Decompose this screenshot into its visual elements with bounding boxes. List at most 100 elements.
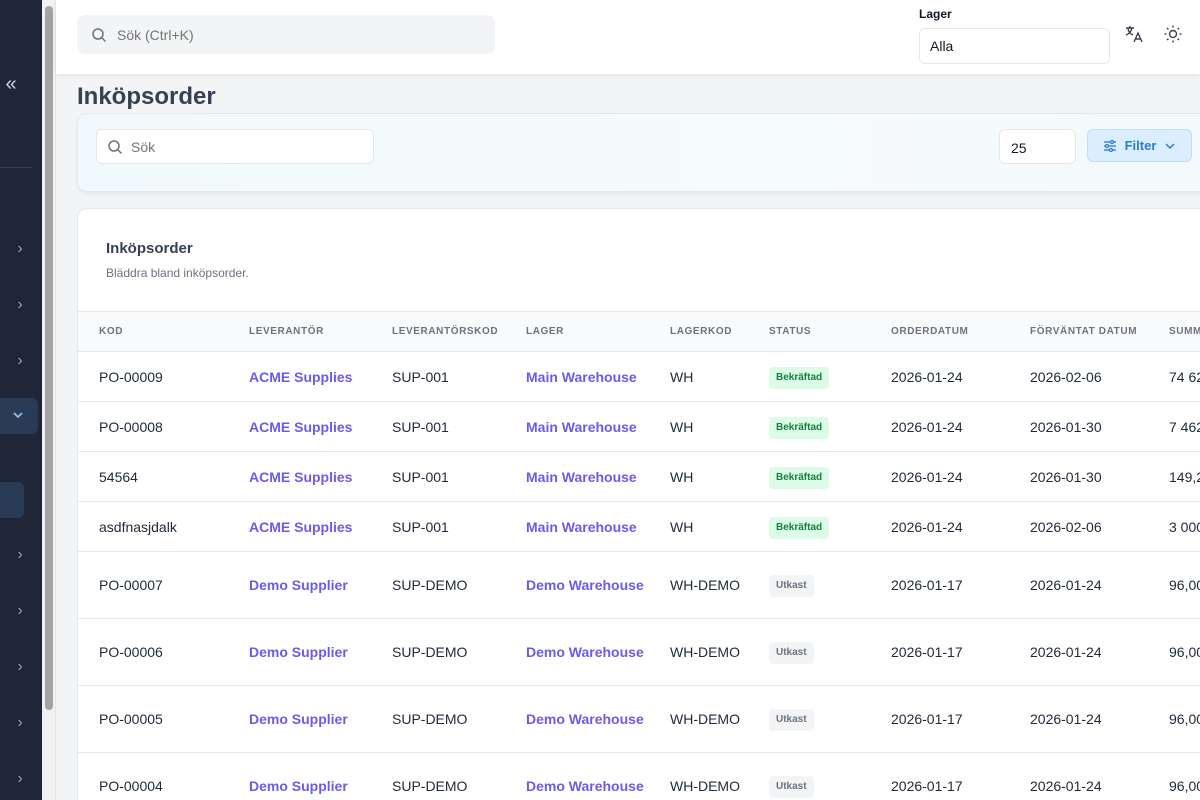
cell-expected-date: 2026-01-24: [1009, 618, 1148, 686]
sidebar-scrollbar[interactable]: [42, 0, 56, 800]
cell-code: PO-00006: [78, 618, 228, 686]
sidebar-subitem-active[interactable]: [0, 482, 24, 518]
cell-supplier-code: SUP-001: [371, 451, 505, 502]
status-badge: Bekräftad: [769, 516, 830, 539]
cell-code: PO-00007: [78, 551, 228, 619]
translate-icon[interactable]: [1122, 22, 1146, 46]
column-header[interactable]: FÖRVÄNTAT DATUM: [1009, 312, 1148, 352]
cell-order-date: 2026-01-24: [870, 351, 1009, 402]
chevron-right-icon[interactable]: ›: [10, 657, 30, 677]
chevron-right-icon[interactable]: ›: [10, 713, 30, 733]
column-header[interactable]: SUMMA: [1148, 312, 1200, 352]
chevron-right-icon[interactable]: ›: [10, 601, 30, 621]
cell-order-date: 2026-01-24: [870, 401, 1009, 452]
column-header[interactable]: LEVERANTÖR: [228, 312, 371, 352]
cell-supplier-code: SUP-DEMO: [371, 618, 505, 686]
cell-status: Bekräftad: [748, 401, 870, 452]
chevron-right-icon[interactable]: ›: [10, 295, 30, 315]
card-title: Inköpsorder: [106, 240, 193, 257]
cell-status: Bekräftad: [748, 351, 870, 402]
warehouse-link[interactable]: Demo Warehouse: [505, 618, 649, 686]
chevron-right-icon[interactable]: ›: [10, 769, 30, 789]
cell-warehouse-code: WH-DEMO: [649, 752, 748, 800]
cell-code: PO-00008: [78, 401, 228, 452]
cell-warehouse-code: WH-DEMO: [649, 551, 748, 619]
cell-code: 54564: [78, 451, 228, 502]
warehouse-link[interactable]: Main Warehouse: [505, 401, 649, 452]
collapse-sidebar-icon[interactable]: «: [0, 72, 22, 96]
list-search[interactable]: [96, 129, 374, 164]
cell-status: Bekräftad: [748, 451, 870, 502]
cell-status: Bekräftad: [748, 501, 870, 552]
supplier-link[interactable]: Demo Supplier: [228, 685, 371, 753]
table-row[interactable]: PO-00007 Demo Supplier SUP-DEMO Demo War…: [78, 551, 1200, 619]
status-badge: Utkast: [769, 642, 814, 664]
status-badge: Utkast: [769, 709, 814, 731]
chevron-right-icon[interactable]: ›: [10, 239, 30, 259]
table-row[interactable]: PO-00006 Demo Supplier SUP-DEMO Demo War…: [78, 618, 1200, 686]
cell-order-date: 2026-01-17: [870, 551, 1009, 619]
table-row[interactable]: PO-00004 Demo Supplier SUP-DEMO Demo War…: [78, 752, 1200, 800]
global-search-input[interactable]: [117, 26, 477, 43]
cell-order-date: 2026-01-17: [870, 618, 1009, 686]
supplier-link[interactable]: Demo Supplier: [228, 551, 371, 619]
card-subtitle: Bläddra bland inköpsorder.: [106, 266, 249, 280]
cell-supplier-code: SUP-DEMO: [371, 752, 505, 800]
column-header[interactable]: ORDERDATUM: [870, 312, 1009, 352]
chevron-right-icon[interactable]: ›: [10, 545, 30, 565]
page-size-select[interactable]: 25: [999, 129, 1076, 164]
chevron-right-icon[interactable]: ›: [10, 351, 30, 371]
cell-expected-date: 2026-01-24: [1009, 685, 1148, 753]
search-icon: [92, 27, 107, 42]
supplier-link[interactable]: Demo Supplier: [228, 618, 371, 686]
cell-supplier-code: SUP-001: [371, 501, 505, 552]
column-header[interactable]: KOD: [78, 312, 228, 352]
table-row[interactable]: 54564 ACME Supplies SUP-001 Main Warehou…: [78, 451, 1200, 502]
warehouse-link[interactable]: Demo Warehouse: [505, 551, 649, 619]
cell-code: PO-00009: [78, 351, 228, 402]
status-badge: Utkast: [769, 776, 814, 798]
cell-status: Utkast: [748, 685, 870, 753]
cell-sum: 149,2: [1148, 451, 1200, 502]
cell-order-date: 2026-01-17: [870, 752, 1009, 800]
cell-code: asdfnasjdalk: [78, 501, 228, 552]
filter-button-label: Filter: [1124, 138, 1157, 153]
table-row[interactable]: PO-00005 Demo Supplier SUP-DEMO Demo War…: [78, 685, 1200, 753]
status-badge: Bekräftad: [769, 466, 830, 489]
supplier-link[interactable]: ACME Supplies: [228, 501, 371, 552]
column-header[interactable]: STATUS: [748, 312, 870, 352]
cell-sum: 96,00: [1148, 618, 1200, 686]
warehouse-link[interactable]: Demo Warehouse: [505, 752, 649, 800]
cell-supplier-code: SUP-001: [371, 401, 505, 452]
warehouse-select[interactable]: Alla: [919, 28, 1110, 64]
warehouse-link[interactable]: Main Warehouse: [505, 351, 649, 402]
table-row[interactable]: PO-00008 ACME Supplies SUP-001 Main Ware…: [78, 401, 1200, 452]
cell-expected-date: 2026-01-30: [1009, 401, 1148, 452]
warehouse-link[interactable]: Main Warehouse: [505, 451, 649, 502]
warehouse-link[interactable]: Main Warehouse: [505, 501, 649, 552]
column-header[interactable]: LAGERKOD: [649, 312, 748, 352]
supplier-link[interactable]: ACME Supplies: [228, 401, 371, 452]
supplier-link[interactable]: Demo Supplier: [228, 752, 371, 800]
list-search-input[interactable]: [131, 138, 361, 155]
cell-warehouse-code: WH-DEMO: [649, 618, 748, 686]
top-bar: Lager Alla: [56, 0, 1200, 74]
warehouse-link[interactable]: Demo Warehouse: [505, 685, 649, 753]
column-header[interactable]: LEVERANTÖRSKOD: [371, 312, 505, 352]
global-search[interactable]: [77, 15, 495, 54]
sidebar-item-active[interactable]: [0, 398, 38, 434]
cell-status: Utkast: [748, 618, 870, 686]
cell-supplier-code: SUP-DEMO: [371, 551, 505, 619]
filter-button[interactable]: Filter: [1087, 129, 1192, 162]
supplier-link[interactable]: ACME Supplies: [228, 351, 371, 402]
status-badge: Bekräftad: [769, 366, 830, 389]
column-header[interactable]: LAGER: [505, 312, 649, 352]
scrollbar-thumb[interactable]: [45, 6, 53, 710]
cell-sum: 7 462: [1148, 401, 1200, 452]
sliders-icon: [1103, 139, 1116, 152]
sun-icon[interactable]: [1161, 22, 1185, 46]
sidebar-divider: [0, 167, 32, 168]
table-row[interactable]: PO-00009 ACME Supplies SUP-001 Main Ware…: [78, 351, 1200, 402]
table-row[interactable]: asdfnasjdalk ACME Supplies SUP-001 Main …: [78, 501, 1200, 552]
supplier-link[interactable]: ACME Supplies: [228, 451, 371, 502]
